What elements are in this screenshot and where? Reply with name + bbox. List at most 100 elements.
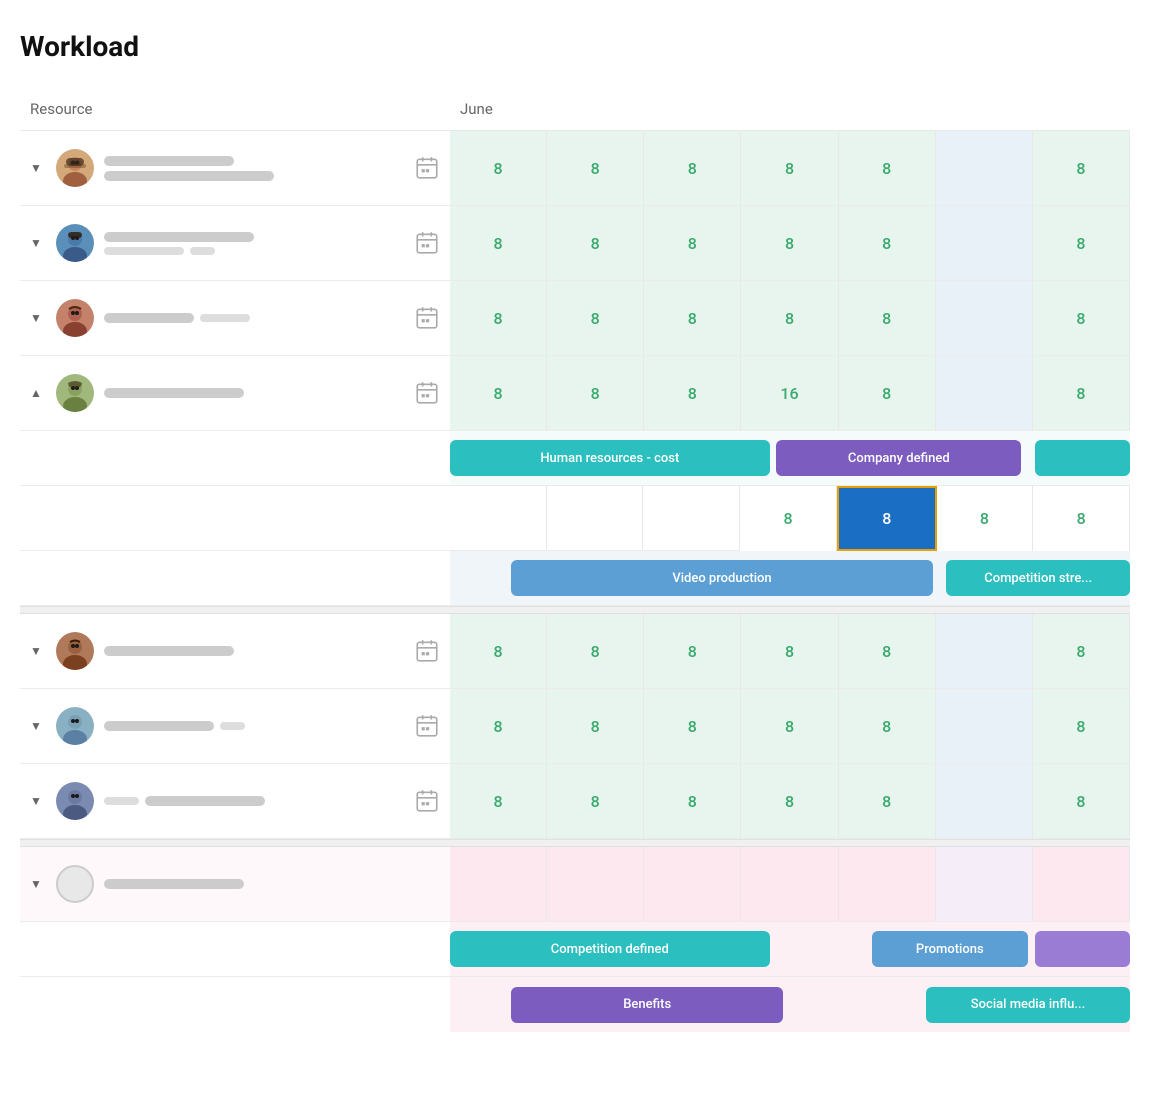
grid-cell[interactable]: 8: [839, 764, 936, 838]
resource-info: [104, 232, 404, 255]
name-bar-row: [104, 721, 404, 731]
resource-info: [104, 879, 440, 889]
grid-cell[interactable]: 8: [1033, 206, 1130, 280]
chevron-icon[interactable]: ▼: [30, 236, 46, 250]
last-resource-row[interactable]: ▼: [20, 847, 450, 922]
grid-cell[interactable]: 8: [450, 356, 547, 430]
name-bar: [104, 313, 194, 323]
resource-row[interactable]: ▼: [20, 614, 450, 689]
avatar: [56, 632, 94, 670]
grid-cell[interactable]: 8: [839, 281, 936, 355]
resource-panel: Resource ▼: [20, 87, 450, 1032]
grid-cell[interactable]: 8: [839, 206, 936, 280]
name-bar: [104, 156, 234, 166]
calendar-icon[interactable]: [414, 230, 440, 256]
resource-row[interactable]: ▼: [20, 281, 450, 356]
chevron-icon[interactable]: ▲: [30, 386, 46, 400]
grid-cell[interactable]: 8: [450, 764, 547, 838]
calendar-icon[interactable]: [414, 155, 440, 181]
grid-cell[interactable]: 8: [1033, 764, 1130, 838]
task-bar-competition-defined[interactable]: Competition defined: [450, 931, 770, 967]
grid-cell[interactable]: 8: [1033, 486, 1130, 551]
grid-cell[interactable]: 8: [450, 281, 547, 355]
task-bar-row-2: Video production Competition stre...: [450, 551, 1130, 606]
grid-cell[interactable]: 8: [741, 206, 838, 280]
chevron-icon[interactable]: ▼: [30, 877, 46, 891]
bottom-task-spacer: [20, 922, 450, 977]
task-bar-promotions[interactable]: Promotions: [872, 931, 1028, 967]
bottom-task-bar-row-1: Competition defined Promotions: [450, 922, 1130, 977]
task-bar-competition-stre[interactable]: Competition stre...: [946, 560, 1130, 596]
avatar: [56, 299, 94, 337]
grid-cell[interactable]: 16: [741, 356, 838, 430]
grid-cell[interactable]: 8: [547, 689, 644, 763]
resource-row-expanded[interactable]: ▲: [20, 356, 450, 431]
grid-cell[interactable]: 8: [644, 614, 741, 688]
grid-cell[interactable]: 8: [547, 131, 644, 205]
grid-cell[interactable]: 8: [450, 689, 547, 763]
grid-cell[interactable]: 8: [839, 131, 936, 205]
grid-cell[interactable]: 8: [741, 281, 838, 355]
name-bar-row: [104, 313, 404, 323]
grid-cell[interactable]: 8: [937, 486, 1034, 551]
grid-cell[interactable]: 8: [547, 206, 644, 280]
grid-cell[interactable]: 8: [644, 764, 741, 838]
calendar-icon[interactable]: [414, 638, 440, 664]
grid-cell[interactable]: 8: [547, 281, 644, 355]
calendar-icon[interactable]: [414, 788, 440, 814]
grid-cell[interactable]: 8: [644, 131, 741, 205]
avatar: [56, 707, 94, 745]
grid-cell[interactable]: 8: [1033, 281, 1130, 355]
chevron-icon[interactable]: ▼: [30, 644, 46, 658]
chevron-icon[interactable]: ▼: [30, 161, 46, 175]
calendar-icon[interactable]: [414, 713, 440, 739]
grid-cell[interactable]: 8: [547, 356, 644, 430]
task-bar-extra-purple[interactable]: [1035, 931, 1130, 967]
grid-cell[interactable]: 8: [1033, 689, 1130, 763]
grid-cell[interactable]: 8: [741, 131, 838, 205]
spacer-cell: [643, 486, 740, 550]
chevron-icon[interactable]: ▼: [30, 794, 46, 808]
grid-cell-pink: [644, 847, 741, 921]
resource-info: [104, 313, 404, 323]
task-bar-video-production[interactable]: Video production: [511, 560, 933, 596]
task-bar-extra[interactable]: [1035, 440, 1130, 476]
task-bar-company-defined[interactable]: Company defined: [776, 440, 1021, 476]
calendar-icon[interactable]: [414, 305, 440, 331]
grid-cell[interactable]: 8: [741, 764, 838, 838]
grid-panel: June 8 8 8 8 8 8 8 8 8 8 8 8: [450, 87, 1130, 1032]
grid-cell[interactable]: 8: [1033, 614, 1130, 688]
chevron-icon[interactable]: ▼: [30, 719, 46, 733]
grid-cell[interactable]: 8: [450, 614, 547, 688]
grid-row-last: [450, 847, 1130, 922]
grid-cell[interactable]: 8: [1033, 356, 1130, 430]
resource-row[interactable]: ▼: [20, 764, 450, 839]
grid-cell[interactable]: 8: [644, 281, 741, 355]
grid-cell[interactable]: 8: [644, 206, 741, 280]
grid-cell-selected[interactable]: 8: [837, 486, 937, 551]
resource-row[interactable]: ▼: [20, 131, 450, 206]
grid-cell[interactable]: 8: [547, 614, 644, 688]
grid-row-1: 8 8 8 8 8 8: [450, 131, 1130, 206]
resource-row[interactable]: ▼: [20, 206, 450, 281]
grid-cell[interactable]: 8: [450, 206, 547, 280]
grid-cell[interactable]: 8: [740, 486, 837, 551]
grid-cell[interactable]: 8: [741, 614, 838, 688]
grid-cell[interactable]: 8: [839, 614, 936, 688]
grid-cell[interactable]: 8: [644, 689, 741, 763]
grid-cell[interactable]: 8: [741, 689, 838, 763]
chevron-icon[interactable]: ▼: [30, 311, 46, 325]
calendar-icon[interactable]: [414, 380, 440, 406]
grid-cell[interactable]: 8: [644, 356, 741, 430]
grid-cell[interactable]: 8: [1033, 131, 1130, 205]
task-bar-social-media[interactable]: Social media influ...: [926, 987, 1130, 1023]
grid-cell[interactable]: 8: [839, 356, 936, 430]
task-bar-human-resources[interactable]: Human resources - cost: [450, 440, 770, 476]
grid-cell[interactable]: 8: [547, 764, 644, 838]
resource-row[interactable]: ▼: [20, 689, 450, 764]
grid-cell[interactable]: 8: [450, 131, 547, 205]
page-container: Workload Resource ▼: [0, 0, 1150, 1032]
grid-cell-empty: [936, 689, 1033, 763]
grid-cell[interactable]: 8: [839, 689, 936, 763]
task-bar-benefits[interactable]: Benefits: [511, 987, 783, 1023]
